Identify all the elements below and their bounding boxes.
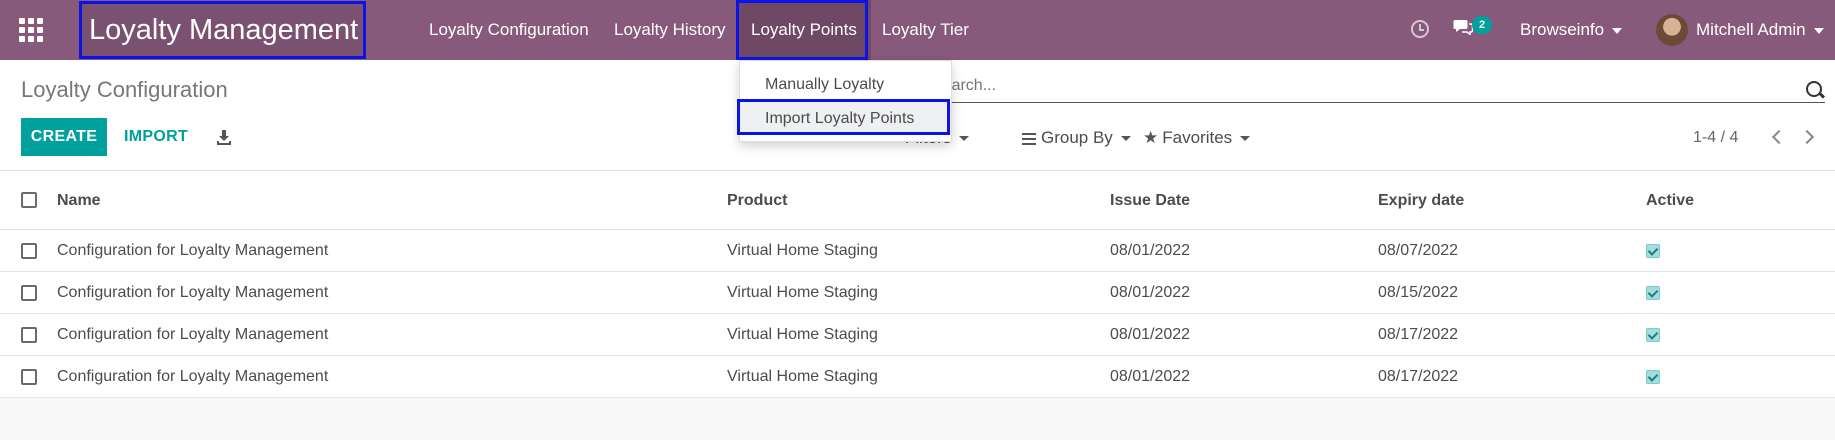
chevron-down-icon [1240,136,1251,142]
active-checkbox [1646,286,1660,300]
group-by-button[interactable]: Group By [1022,126,1131,150]
active-checkbox [1646,244,1660,258]
chevron-right-icon[interactable] [1799,129,1815,145]
search-icon[interactable] [1806,81,1822,97]
clock-icon[interactable] [1411,20,1429,38]
cell-name: Configuration for Loyalty Management [57,242,329,259]
user-menu[interactable]: Mitchell Admin [1696,0,1824,60]
user-name: Mitchell Admin [1696,20,1806,39]
cell-issue-date: 08/01/2022 [1110,368,1191,385]
column-header-product[interactable]: Product [727,171,787,230]
apps-menu-icon[interactable] [16,16,46,44]
company-name: Browseinfo [1520,20,1605,39]
row-checkbox[interactable] [21,243,37,259]
favorites-button[interactable]: ★ Favorites [1143,126,1251,150]
chat-icon[interactable] [1453,19,1473,35]
highlight-box-loyalty-points [736,0,868,60]
download-icon[interactable] [216,129,232,145]
cell-product: Virtual Home Staging [727,326,878,343]
row-checkbox[interactable] [21,285,37,301]
cell-issue-date: 08/01/2022 [1110,242,1191,259]
page-title: Loyalty Configuration [21,77,228,102]
highlight-box-import-loyalty-points [737,99,950,135]
cell-expiry-date: 08/07/2022 [1378,242,1459,259]
cell-expiry-date: 08/15/2022 [1378,284,1459,301]
top-navbar: Loyalty Management Loyalty Configuration… [0,0,1835,60]
search-underline [930,102,1825,103]
search-input[interactable] [932,72,1792,100]
app-brand-title[interactable]: Loyalty Management [79,1,366,59]
menu-loyalty-configuration[interactable]: Loyalty Configuration [429,0,589,60]
cell-product: Virtual Home Staging [727,368,878,385]
menu-loyalty-tier[interactable]: Loyalty Tier [882,0,969,60]
cell-expiry-date: 08/17/2022 [1378,326,1459,343]
column-header-issue-date[interactable]: Issue Date [1110,171,1190,230]
table-row[interactable]: Configuration for Loyalty Management Vir… [0,230,1835,272]
menu-loyalty-history[interactable]: Loyalty History [614,0,725,60]
table-row[interactable]: Configuration for Loyalty Management Vir… [0,272,1835,314]
star-icon: ★ [1143,128,1159,147]
chevron-down-icon [1813,27,1824,34]
pager-value[interactable]: 1-4 / 4 [1693,126,1738,150]
select-all-checkbox[interactable] [21,192,37,208]
chevron-down-icon [1120,136,1131,142]
chevron-down-icon [959,136,970,142]
import-button[interactable]: IMPORT [124,118,188,156]
company-switcher[interactable]: Browseinfo [1520,0,1623,60]
active-checkbox [1646,370,1660,384]
user-avatar[interactable] [1656,14,1688,46]
row-checkbox[interactable] [21,327,37,343]
dropdown-item-manually-loyalty[interactable]: Manually Loyalty [740,68,951,101]
table-header: Name Product Issue Date Expiry date Acti… [0,171,1835,230]
favorites-label: Favorites [1162,128,1233,147]
cell-issue-date: 08/01/2022 [1110,284,1191,301]
list-icon [1022,132,1036,145]
create-button[interactable]: CREATE [21,118,107,156]
cell-product: Virtual Home Staging [727,242,878,259]
chevron-left-icon[interactable] [1771,129,1787,145]
active-checkbox [1646,328,1660,342]
table-row[interactable]: Configuration for Loyalty Management Vir… [0,314,1835,356]
cell-name: Configuration for Loyalty Management [57,368,329,385]
cell-expiry-date: 08/17/2022 [1378,368,1459,385]
cell-name: Configuration for Loyalty Management [57,326,329,343]
column-header-name[interactable]: Name [57,171,101,230]
table-row[interactable]: Configuration for Loyalty Management Vir… [0,356,1835,398]
row-checkbox[interactable] [21,369,37,385]
column-header-active[interactable]: Active [1646,171,1694,230]
cell-issue-date: 08/01/2022 [1110,326,1191,343]
records-table: Name Product Issue Date Expiry date Acti… [0,171,1835,398]
messages-count-badge: 2 [1472,16,1492,34]
column-header-expiry-date[interactable]: Expiry date [1378,171,1464,230]
cell-product: Virtual Home Staging [727,284,878,301]
group-by-label: Group By [1041,128,1113,147]
chevron-down-icon [1612,27,1623,34]
cell-name: Configuration for Loyalty Management [57,284,329,301]
